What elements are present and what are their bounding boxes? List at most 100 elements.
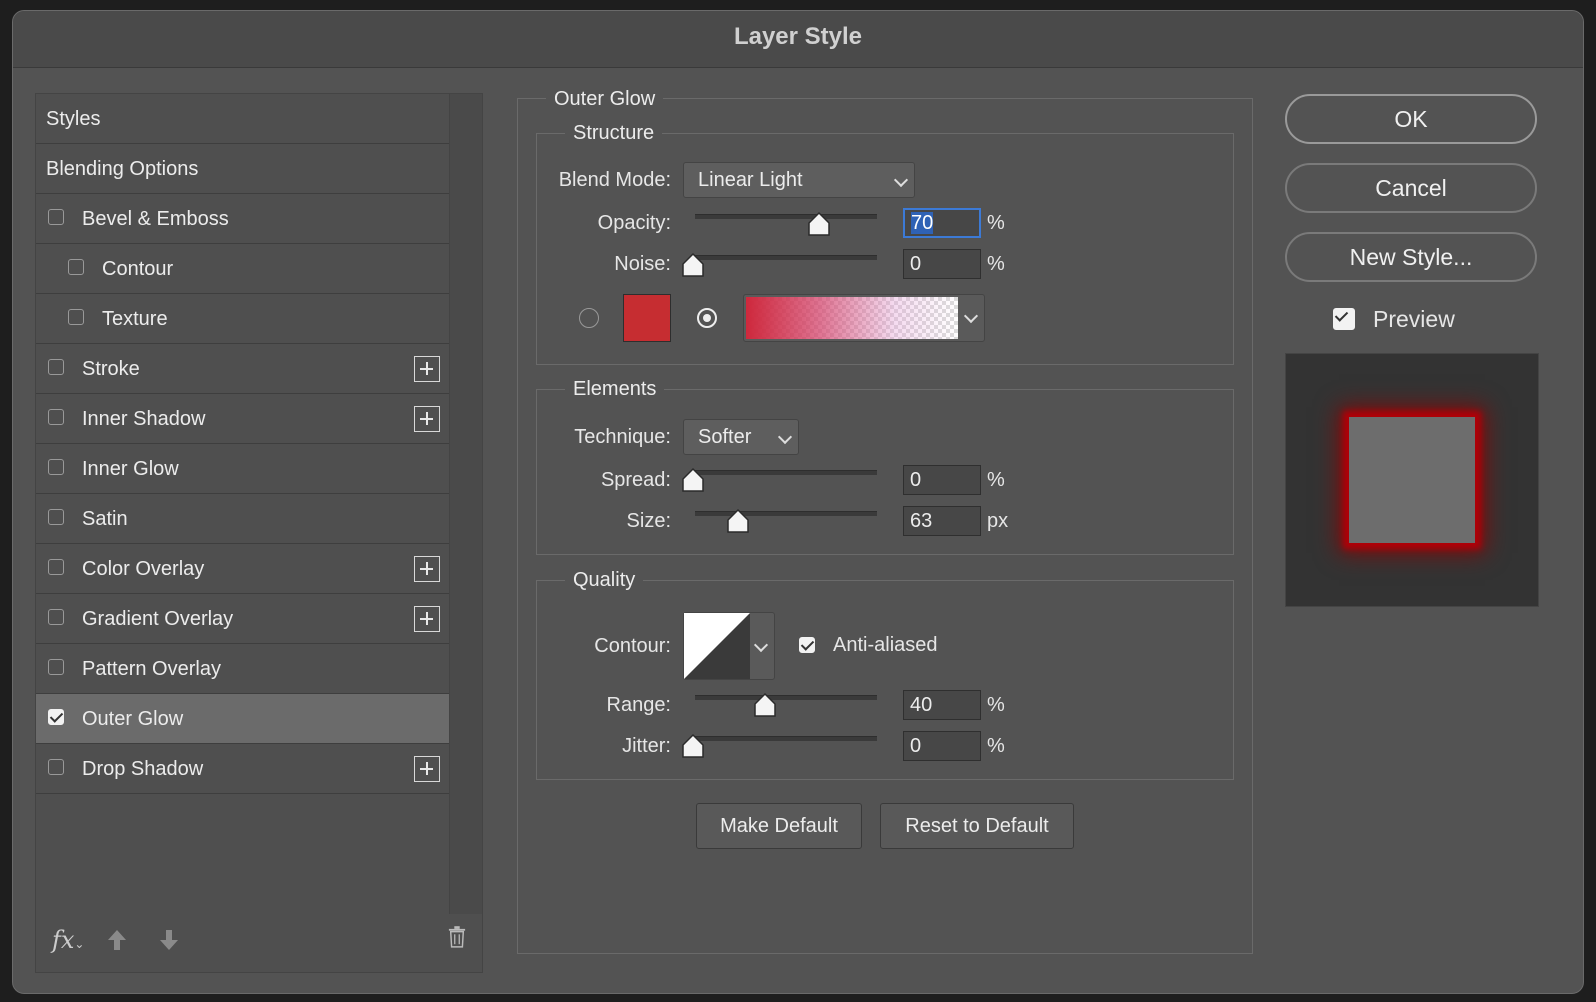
chevron-down-icon	[777, 429, 793, 445]
jitter-unit: %	[987, 735, 1005, 757]
range-label: Range:	[606, 694, 672, 716]
style-item-label: Gradient Overlay	[82, 608, 234, 630]
anti-aliased-checkbox[interactable]	[799, 637, 815, 653]
make-default-button[interactable]: Make Default	[696, 803, 862, 849]
style-item-label: Bevel & Emboss	[82, 208, 229, 230]
style-item-label: Satin	[82, 508, 128, 530]
style-checkbox[interactable]	[48, 559, 64, 575]
gradient-picker[interactable]	[743, 294, 985, 342]
preview-square	[1349, 417, 1475, 543]
style-item-inner-glow[interactable]: Inner Glow	[36, 444, 450, 494]
style-item-label: Texture	[102, 308, 168, 330]
opacity-label: Opacity:	[597, 212, 671, 234]
noise-input[interactable]: 0	[903, 249, 981, 279]
style-checkbox[interactable]	[68, 309, 84, 325]
preview-label: Preview	[1373, 306, 1455, 332]
solid-color-radio[interactable]	[579, 308, 599, 328]
anti-aliased-label: Anti-aliased	[833, 634, 938, 656]
noise-label: Noise:	[614, 253, 671, 275]
jitter-slider[interactable]	[682, 733, 877, 758]
style-item-contour[interactable]: Contour	[36, 244, 450, 294]
size-input[interactable]: 63	[903, 506, 981, 536]
new-style-button[interactable]: New Style...	[1285, 232, 1537, 282]
styles-panel-footer: fx⌄	[36, 912, 482, 972]
opacity-input[interactable]: 70	[903, 208, 981, 238]
opacity-unit: %	[987, 212, 1005, 234]
ok-button[interactable]: OK	[1285, 94, 1537, 144]
technique-select[interactable]: Softer	[683, 419, 799, 455]
style-checkbox[interactable]	[48, 759, 64, 775]
style-checkbox[interactable]	[48, 409, 64, 425]
move-up-icon[interactable]	[106, 928, 128, 952]
style-item-satin[interactable]: Satin	[36, 494, 450, 544]
glow-color-swatch[interactable]	[623, 294, 671, 342]
chevron-down-icon[interactable]	[963, 308, 979, 324]
style-item-drop-shadow[interactable]: Drop Shadow	[36, 744, 450, 794]
move-down-icon[interactable]	[158, 928, 180, 952]
style-item-gradient-overlay[interactable]: Gradient Overlay	[36, 594, 450, 644]
style-checkbox[interactable]	[68, 259, 84, 275]
noise-slider[interactable]	[682, 252, 877, 277]
size-unit: px	[987, 510, 1009, 532]
size-slider[interactable]	[695, 508, 877, 533]
style-checkbox[interactable]	[48, 459, 64, 475]
style-item-label: Inner Shadow	[82, 408, 206, 430]
structure-title: Structure	[565, 121, 663, 145]
style-item-inner-shadow[interactable]: Inner Shadow	[36, 394, 450, 444]
add-effect-icon[interactable]	[414, 356, 440, 382]
fx-menu-icon[interactable]: fx⌄	[52, 926, 84, 954]
size-label: Size:	[626, 510, 671, 532]
add-effect-icon[interactable]	[414, 406, 440, 432]
spread-unit: %	[987, 469, 1005, 491]
spread-input[interactable]: 0	[903, 465, 981, 495]
style-item-label: Inner Glow	[82, 458, 179, 480]
add-effect-icon[interactable]	[414, 606, 440, 632]
gradient-radio[interactable]	[697, 308, 717, 328]
reset-to-default-button[interactable]: Reset to Default	[880, 803, 1074, 849]
style-checkbox[interactable]	[48, 359, 64, 375]
preview-checkbox[interactable]	[1333, 308, 1355, 330]
style-checkbox[interactable]	[48, 609, 64, 625]
spread-slider[interactable]	[682, 467, 877, 492]
gradient-preview[interactable]	[746, 297, 958, 339]
style-item-label: Color Overlay	[82, 558, 205, 580]
style-item-color-overlay[interactable]: Color Overlay	[36, 544, 450, 594]
style-item-texture[interactable]: Texture	[36, 294, 450, 344]
add-effect-icon[interactable]	[414, 556, 440, 582]
chevron-down-icon	[893, 172, 909, 188]
style-checkbox[interactable]	[48, 659, 64, 675]
style-item-label: Drop Shadow	[82, 758, 204, 780]
trash-icon[interactable]	[448, 926, 466, 948]
styles-list: Styles Blending Options Bevel & Emboss Cont…	[36, 94, 450, 794]
style-item-outer-glow[interactable]: Outer Glow	[36, 694, 450, 744]
blend-mode-value: Linear Light	[698, 169, 803, 191]
add-effect-icon[interactable]	[414, 756, 440, 782]
chevron-down-icon[interactable]	[753, 637, 769, 653]
cancel-button[interactable]: Cancel	[1285, 163, 1537, 213]
elements-title: Elements	[565, 377, 665, 401]
contour-curve-icon[interactable]	[684, 613, 750, 679]
blend-mode-select[interactable]: Linear Light	[683, 162, 915, 198]
style-checkbox[interactable]	[48, 709, 64, 725]
style-item-label: Contour	[102, 258, 174, 280]
style-item-styles[interactable]: Styles	[36, 94, 450, 144]
opacity-slider[interactable]	[695, 211, 877, 236]
range-input[interactable]: 40	[903, 690, 981, 720]
layer-style-dialog: Layer Style Styles Blending Options Bevel …	[12, 10, 1584, 994]
technique-label: Technique:	[574, 426, 671, 448]
style-item-pattern-overlay[interactable]: Pattern Overlay	[36, 644, 450, 694]
style-item-blending-options[interactable]: Blending Options	[36, 144, 450, 194]
structure-group: Structure Blend Mode: Linear Light Opaci…	[536, 121, 1234, 365]
style-item-label: Stroke	[82, 358, 140, 380]
style-item-stroke[interactable]: Stroke	[36, 344, 450, 394]
quality-group: Quality Contour: Anti-aliased Range: 40 …	[536, 568, 1234, 780]
style-item-bevel-emboss[interactable]: Bevel & Emboss	[36, 194, 450, 244]
range-slider[interactable]	[695, 692, 877, 717]
style-checkbox[interactable]	[48, 509, 64, 525]
range-unit: %	[987, 694, 1005, 716]
contour-picker[interactable]	[683, 612, 775, 680]
styles-scrollbar[interactable]	[449, 94, 482, 914]
styles-panel: Styles Blending Options Bevel & Emboss Cont…	[35, 93, 483, 973]
jitter-input[interactable]: 0	[903, 731, 981, 761]
style-checkbox[interactable]	[48, 209, 64, 225]
